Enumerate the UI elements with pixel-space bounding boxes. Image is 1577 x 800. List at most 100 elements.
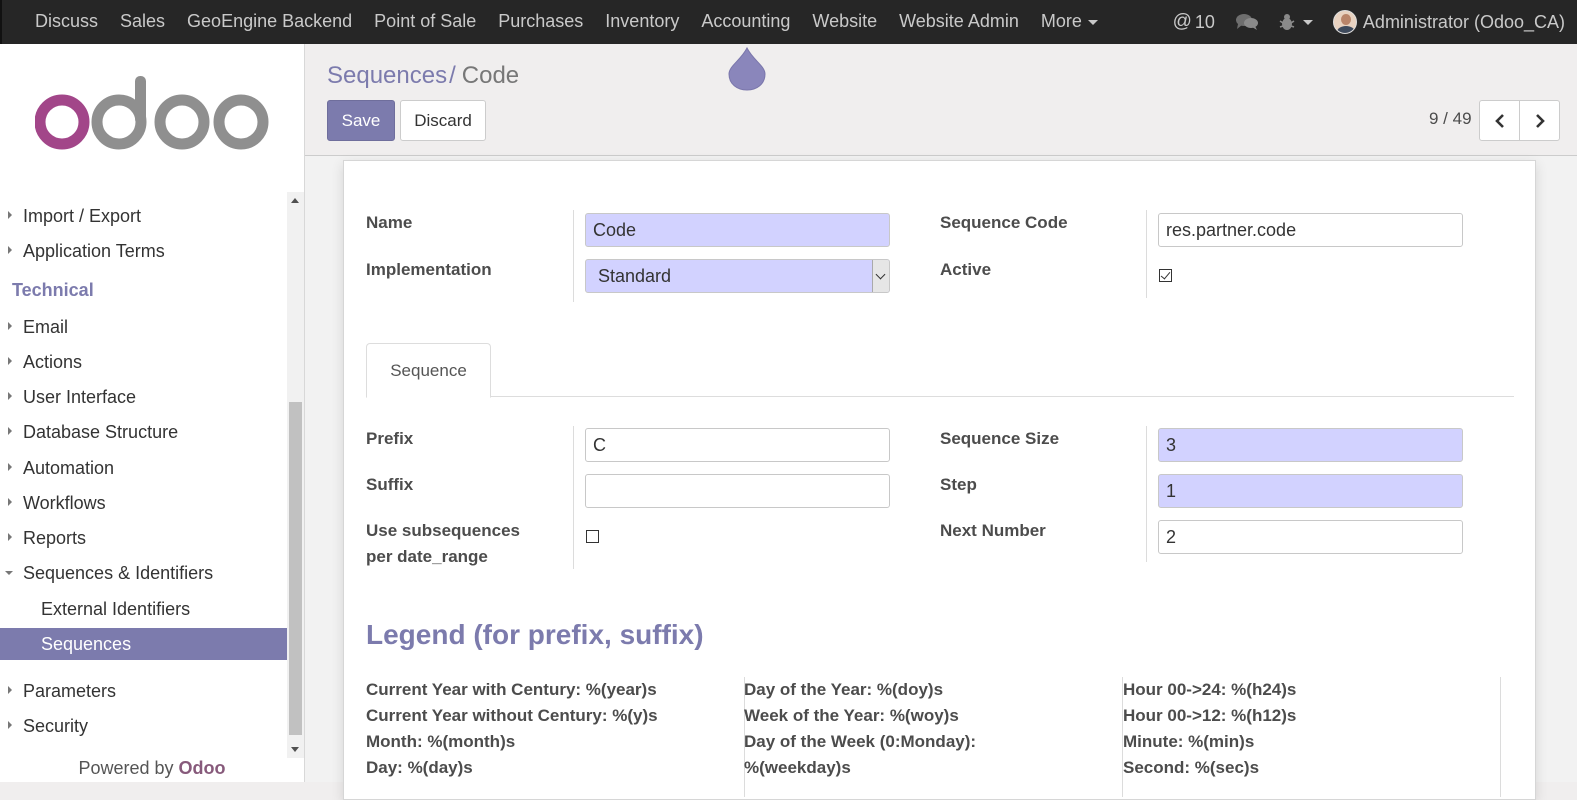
implementation-value: Standard bbox=[598, 266, 672, 286]
sidebar-item-reports[interactable]: Reports bbox=[0, 522, 287, 554]
chevron-left-icon bbox=[1495, 114, 1504, 128]
field-separator bbox=[573, 426, 574, 569]
menu-discuss[interactable]: Discuss bbox=[24, 0, 109, 44]
sidebar-item-label: Email bbox=[23, 317, 69, 337]
sidebar-item-label: Application Terms bbox=[23, 241, 165, 261]
scroll-up-icon[interactable] bbox=[291, 198, 299, 203]
sidebar-item-automation[interactable]: Automation bbox=[0, 452, 287, 484]
sidebar-item-import-export[interactable]: Import / Export bbox=[0, 200, 287, 232]
sidebar-item-label: Security bbox=[23, 716, 89, 736]
legend-entry: Current Year without Century: %(y)s bbox=[366, 706, 658, 725]
sidebar-item-label: Sequences & Identifiers bbox=[23, 563, 214, 583]
implementation-select[interactable]: Standard bbox=[585, 259, 890, 293]
mentions-button[interactable]: @ 10 bbox=[1163, 0, 1225, 44]
sidebar-item-security[interactable]: Security bbox=[0, 710, 287, 742]
sequence-size-label: Sequence Size bbox=[940, 429, 1060, 448]
messages-button[interactable] bbox=[1225, 0, 1269, 44]
sequence-size-field[interactable]: 3 bbox=[1158, 428, 1463, 462]
sidebar-item-label: Actions bbox=[23, 352, 83, 372]
active-checkbox[interactable] bbox=[1159, 269, 1172, 282]
menu-point-of-sale[interactable]: Point of Sale bbox=[363, 0, 487, 44]
implementation-label: Implementation bbox=[366, 260, 492, 279]
menu-website[interactable]: Website bbox=[801, 0, 888, 44]
legend-entry: Minute: %(min)s bbox=[1123, 732, 1255, 751]
field-separator bbox=[573, 210, 574, 302]
legend-entry: Day of the Week (0:Monday): bbox=[744, 732, 977, 751]
user-menu[interactable]: Administrator (Odoo_CA) bbox=[1323, 0, 1577, 44]
bug-icon bbox=[1279, 14, 1295, 30]
pager-previous-button[interactable] bbox=[1479, 100, 1520, 141]
menu-accounting[interactable]: Accounting bbox=[690, 0, 801, 44]
scrollbar-thumb[interactable] bbox=[289, 402, 302, 735]
tab-border bbox=[366, 396, 1514, 397]
powered-by: Powered by Odoo bbox=[0, 758, 304, 779]
powered-by-brand-link[interactable]: Odoo bbox=[179, 758, 226, 778]
menu-more[interactable]: More bbox=[1030, 0, 1109, 44]
sidebar-item-label: User Interface bbox=[23, 387, 137, 407]
next-number-field[interactable]: 2 bbox=[1158, 520, 1463, 554]
legend-entry: %(weekday)s bbox=[744, 758, 851, 777]
control-panel: Sequences/Code Save Discard 9 / 49 bbox=[305, 44, 1577, 156]
caret-right-icon bbox=[8, 686, 12, 694]
step-label: Step bbox=[940, 475, 977, 494]
caret-right-icon bbox=[8, 322, 12, 330]
breadcrumb-sequences[interactable]: Sequences bbox=[327, 62, 447, 89]
breadcrumb-current: Code bbox=[461, 62, 520, 89]
sidebar-section-technical: Technical bbox=[12, 280, 94, 300]
name-field[interactable]: Code bbox=[585, 213, 890, 247]
sidebar-item-user-interface[interactable]: User Interface bbox=[0, 381, 287, 413]
suffix-label: Suffix bbox=[366, 475, 414, 494]
legend-title: Legend (for prefix, suffix) bbox=[366, 619, 704, 650]
sidebar-item-parameters[interactable]: Parameters bbox=[0, 675, 287, 707]
pager-value[interactable]: 9 / 49 bbox=[1429, 109, 1472, 129]
breadcrumb: Sequences/Code bbox=[327, 62, 519, 90]
legend-entry: Current Year with Century: %(year)s bbox=[366, 680, 657, 699]
legend-separator bbox=[1500, 677, 1501, 797]
step-field[interactable]: 1 bbox=[1158, 474, 1463, 508]
legend-column-1: Current Year with Century: %(year)s Curr… bbox=[366, 677, 658, 781]
legend-entry: Hour 00->12: %(h12)s bbox=[1123, 706, 1297, 725]
caret-down-icon bbox=[1302, 19, 1313, 25]
caret-right-icon bbox=[8, 427, 12, 435]
sidebar-item-email[interactable]: Email bbox=[0, 311, 287, 343]
next-number-label: Next Number bbox=[940, 521, 1046, 540]
debug-menu-button[interactable] bbox=[1269, 0, 1323, 44]
menu-website-admin[interactable]: Website Admin bbox=[888, 0, 1030, 44]
sidebar-item-database-structure[interactable]: Database Structure bbox=[0, 416, 287, 448]
sidebar-item-external-identifiers[interactable]: External Identifiers bbox=[0, 593, 287, 625]
suffix-field[interactable] bbox=[585, 474, 890, 508]
legend-entry: Week of the Year: %(woy)s bbox=[744, 706, 959, 725]
sidebar-item-actions[interactable]: Actions bbox=[0, 346, 287, 378]
menu-purchases[interactable]: Purchases bbox=[487, 0, 594, 44]
sidebar-item-sequences-identifiers[interactable]: Sequences & Identifiers bbox=[0, 557, 287, 589]
sidebar-item-label: Reports bbox=[23, 528, 87, 548]
scroll-down-icon[interactable] bbox=[291, 747, 299, 752]
sidebar-item-label: Workflows bbox=[23, 493, 106, 513]
use-subsequences-checkbox[interactable] bbox=[586, 530, 599, 543]
caret-right-icon bbox=[8, 357, 12, 365]
sidebar-scrollbar[interactable] bbox=[287, 192, 304, 758]
tab-sequence[interactable]: Sequence bbox=[366, 343, 491, 398]
legend-entry: Day of the Year: %(doy)s bbox=[744, 680, 944, 699]
name-label: Name bbox=[366, 213, 413, 232]
sidebar-item-workflows[interactable]: Workflows bbox=[0, 487, 287, 519]
sidebar-item-label: Import / Export bbox=[23, 206, 142, 226]
user-name: Administrator (Odoo_CA) bbox=[1362, 11, 1565, 32]
sidebar-item-sequences[interactable]: Sequences bbox=[0, 628, 287, 660]
caret-down-icon bbox=[1087, 19, 1098, 25]
sequence-code-field[interactable]: res.partner.code bbox=[1158, 213, 1463, 247]
chevron-down-icon bbox=[872, 260, 889, 292]
sidebar-item-application-terms[interactable]: Application Terms bbox=[0, 235, 287, 267]
prefix-field[interactable]: C bbox=[585, 428, 890, 462]
use-subsequences-label: Use subsequences per date_range bbox=[366, 518, 520, 570]
menu-sales[interactable]: Sales bbox=[109, 0, 176, 44]
form-view: Name Code Implementation Standard Sequen… bbox=[305, 156, 1577, 800]
sidebar-menu: Import / Export Application Terms Techni… bbox=[0, 192, 287, 758]
pager-next-button[interactable] bbox=[1519, 100, 1560, 141]
discard-button[interactable]: Discard bbox=[400, 100, 486, 141]
use-subsequences-label-line1: Use subsequences bbox=[366, 521, 521, 540]
save-button[interactable]: Save bbox=[327, 100, 395, 141]
systray: @ 10 Administrator (Odoo_CA) bbox=[1163, 0, 1577, 44]
menu-geoengine-backend[interactable]: GeoEngine Backend bbox=[176, 0, 363, 44]
menu-inventory[interactable]: Inventory bbox=[594, 0, 690, 44]
